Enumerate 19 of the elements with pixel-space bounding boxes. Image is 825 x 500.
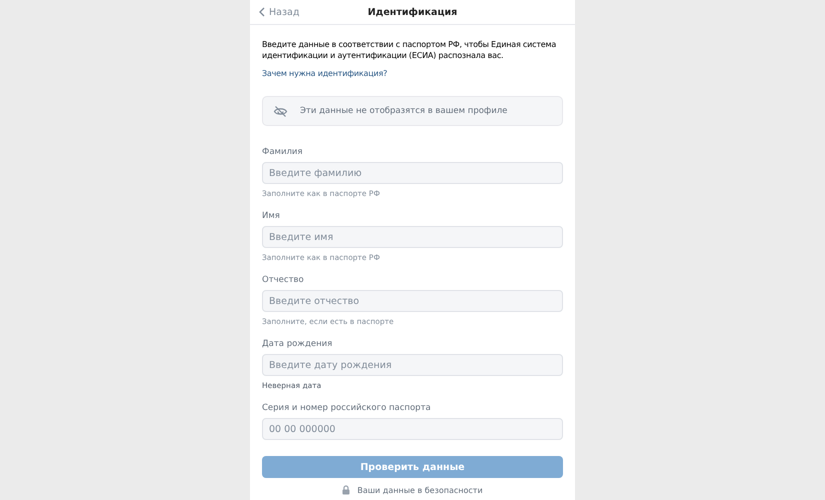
input-field[interactable]: Введите отчество: [262, 290, 563, 312]
field-label: Дата рождения: [262, 339, 334, 349]
chevron-left-icon: [258, 7, 265, 17]
field-label: Отчество: [262, 275, 305, 285]
input-field[interactable]: Введите имя: [262, 226, 563, 248]
security-note: Ваши данные в безопасности: [357, 486, 483, 494]
intro-text: Введите данные в соответствии с паспортом РФ, чтобы Единая система идентификации и аутентификации (ЕСИА) распознала вас.: [262, 39, 558, 61]
notice-text: Эти данные не отобразятся в вашем профиле: [300, 106, 508, 116]
field-label: Фамилия: [262, 147, 304, 157]
back-button[interactable]: Назад: [258, 6, 300, 18]
help-link[interactable]: Зачем нужна идентификация?: [262, 68, 388, 79]
lock-icon: [342, 485, 350, 495]
field-label: Серия и номер российского паспорта: [262, 403, 432, 413]
input-field[interactable]: Введите дату рождения: [262, 354, 563, 376]
input-field[interactable]: Введите фамилию: [262, 162, 563, 184]
field-label: Имя: [262, 211, 281, 221]
input-field[interactable]: 00 00 000000: [262, 418, 563, 440]
page-title: Идентификация: [368, 6, 458, 18]
hidden-eye-icon: [273, 104, 288, 118]
